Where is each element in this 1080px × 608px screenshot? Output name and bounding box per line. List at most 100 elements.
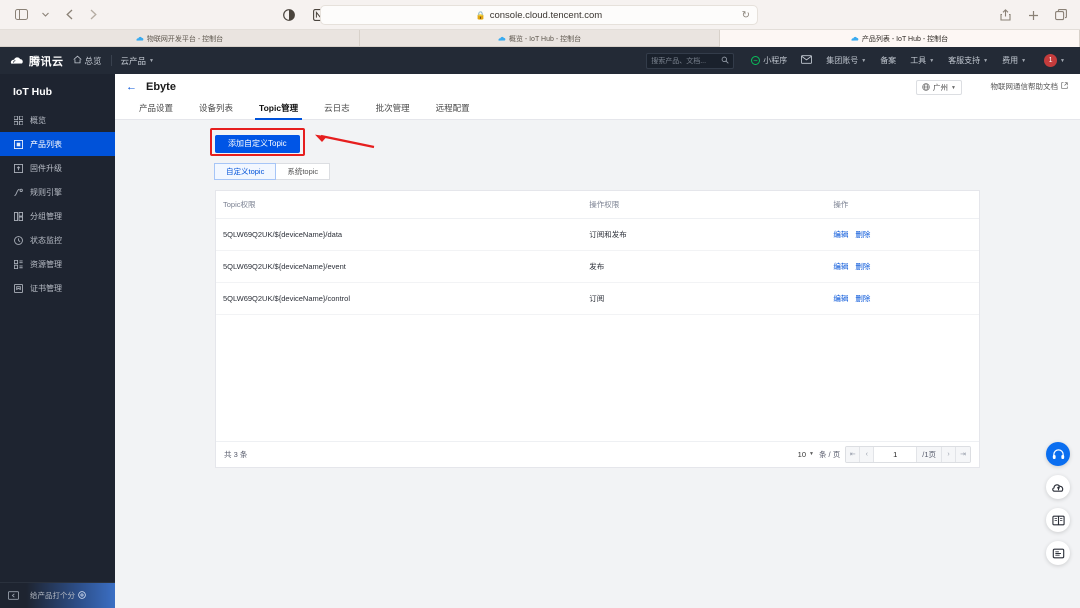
cell-permission: 订阅 (582, 282, 827, 315)
next-page-icon[interactable]: › (942, 446, 956, 462)
external-link-icon (1061, 82, 1068, 91)
tab-topic-manage-label: Topic管理 (259, 103, 299, 113)
sidebar-title: IoT Hub (13, 86, 53, 98)
browser-forward-button[interactable] (82, 4, 104, 26)
sidebar-item-status-monitor[interactable]: 状态监控 (0, 228, 115, 252)
sidebar-item-product-list[interactable]: 产品列表 (0, 132, 115, 156)
sidebar-item-product-list-label: 产品列表 (30, 139, 62, 149)
prev-page-icon[interactable]: ‹ (860, 446, 875, 462)
cell-actions: 编辑 删除 (826, 218, 979, 251)
subtab-system-topic[interactable]: 系统topic (275, 162, 331, 180)
browser-url-bar[interactable]: 🔒 console.cloud.tencent.com ↻ (320, 5, 758, 25)
brand-name: 腾讯云 (29, 55, 64, 68)
content-body: 添加自定义Topic 自定义topic 系统topic Topic权限 操作权限… (115, 120, 1080, 468)
region-selector[interactable]: 广州 ▼ (916, 80, 962, 95)
global-search-input[interactable]: 搜索产品、文档... (646, 52, 735, 69)
help-doc-link[interactable]: 物联网通信帮助文档 (991, 81, 1069, 92)
rate-product-button[interactable]: 给产品打个分 (26, 582, 115, 608)
browser-tab-2[interactable]: 概览 - IoT Hub - 控制台 (360, 30, 720, 47)
annotation-arrow-icon (313, 131, 375, 156)
delete-link[interactable]: 删除 (855, 294, 870, 303)
tab-topic-manage[interactable]: Topic管理 (246, 102, 311, 120)
headset-support-icon[interactable] (1046, 442, 1070, 466)
page-size-select[interactable]: 10 ▼ (798, 450, 814, 459)
top-nav-right: 搜索产品、文档... 小程序 集团账号 ▼ 备案 工具 ▼ 客服支持 ▼ 费用 … (646, 52, 1080, 69)
reload-icon[interactable]: ↻ (742, 10, 750, 21)
tencent-cloud-brand[interactable]: 腾讯云 (0, 53, 64, 69)
chevron-down-icon: ▼ (861, 57, 867, 64)
sidebar-dropdown-icon[interactable] (34, 4, 56, 26)
add-topic-area: 添加自定义Topic (210, 128, 1080, 156)
tab-batch-manage[interactable]: 批次管理 (363, 102, 423, 119)
grid-icon (13, 115, 23, 125)
back-arrow-icon[interactable]: ← (126, 81, 137, 93)
home-icon (72, 55, 82, 66)
list-menu-icon[interactable] (1046, 541, 1070, 565)
help-doc-label: 物联网通信帮助文档 (990, 82, 1059, 91)
nav-cloud-products[interactable]: 云产品 ▼ (112, 55, 163, 67)
cell-topic: 5QLW69Q2UK/${deviceName}/data (216, 218, 583, 251)
edit-link[interactable]: 编辑 (833, 294, 848, 303)
edit-link[interactable]: 编辑 (833, 230, 848, 239)
user-account-menu[interactable]: 1 ▼ (1033, 54, 1072, 67)
collapse-sidebar-icon[interactable] (0, 591, 26, 600)
search-icon[interactable] (721, 56, 729, 66)
browser-tab-3[interactable]: 产品列表 - IoT Hub - 控制台 (720, 30, 1080, 47)
browser-tab-1[interactable]: 物联网开发平台 - 控制台 (0, 30, 360, 47)
floating-action-rail (1046, 442, 1070, 565)
current-page-input[interactable]: 1 (874, 446, 917, 462)
sidebar-item-certificate[interactable]: 证书管理 (0, 276, 115, 300)
book-docs-icon[interactable] (1046, 508, 1070, 532)
sidebar-item-resource-manage[interactable]: 资源管理 (0, 252, 115, 276)
subtab-custom-topic[interactable]: 自定义topic (214, 162, 277, 180)
table-row: 5QLW69Q2UK/${deviceName}/control 订阅 编辑 删除 (216, 282, 979, 315)
tab-device-list[interactable]: 设备列表 (186, 102, 246, 119)
page-title: Ebyte (146, 81, 176, 93)
tab-overview-icon[interactable] (1050, 4, 1072, 26)
browser-back-button[interactable] (58, 4, 80, 26)
sidebar-item-certificate-label: 证书管理 (30, 283, 62, 293)
last-page-icon[interactable]: ⇥ (956, 446, 970, 462)
nav-tools[interactable]: 工具 ▼ (903, 55, 941, 66)
wechat-miniprogram-icon (751, 56, 761, 65)
delete-link[interactable]: 删除 (855, 230, 870, 239)
browser-tab-strip: 物联网开发平台 - 控制台 概览 - IoT Hub - 控制台 产品列表 - … (0, 30, 1080, 47)
sidebar-item-firmware-upgrade[interactable]: 固件升级 (0, 156, 115, 180)
status-monitor-icon (13, 235, 23, 245)
main-content: ← Ebyte 广州 ▼ 物联网通信帮助文档 产品设置 设备列表 Topic管理… (115, 74, 1080, 608)
browser-chrome: 🔒 console.cloud.tencent.com ↻ (0, 0, 1080, 30)
sidebar-toggle-icon[interactable] (10, 4, 32, 26)
sidebar-item-overview[interactable]: 概览 (0, 108, 115, 132)
share-icon[interactable] (994, 4, 1016, 26)
cloud-upload-icon[interactable] (1046, 475, 1070, 499)
first-page-icon[interactable]: ⇤ (846, 446, 861, 462)
nav-overview[interactable]: 总览 (64, 55, 111, 67)
sidebar-item-resource-manage-label: 资源管理 (30, 259, 62, 269)
browser-right-controls (994, 4, 1072, 26)
tencent-cloud-logo-icon (10, 53, 25, 68)
nav-billing[interactable]: 费用 ▼ (995, 55, 1033, 66)
chevron-down-icon: ▼ (1060, 57, 1065, 64)
nav-tools-label: 工具 (910, 56, 927, 65)
tab-product-settings[interactable]: 产品设置 (126, 102, 186, 119)
add-custom-topic-button[interactable]: 添加自定义Topic (215, 134, 300, 153)
rule-engine-icon (13, 187, 23, 197)
delete-link[interactable]: 删除 (855, 262, 870, 271)
nav-mail[interactable] (794, 55, 819, 66)
chevron-down-icon: ▼ (809, 451, 814, 457)
reader-mode-icon[interactable] (278, 4, 300, 26)
sidebar-item-group-manage[interactable]: 分组管理 (0, 204, 115, 228)
mail-icon (801, 55, 813, 66)
edit-link[interactable]: 编辑 (833, 262, 848, 271)
nav-beian[interactable]: 备案 (873, 55, 903, 66)
total-pages-label: /1页 (916, 446, 942, 462)
tab-remote-config[interactable]: 远程配置 (423, 102, 483, 119)
sidebar-item-rule-engine[interactable]: 规则引擎 (0, 180, 115, 204)
chevron-down-icon: ▼ (951, 84, 956, 91)
nav-support[interactable]: 客服支持 ▼ (941, 55, 995, 66)
new-tab-icon[interactable] (1022, 4, 1044, 26)
nav-miniprogram[interactable]: 小程序 (744, 55, 794, 66)
topic-table: Topic权限 操作权限 操作 5QLW69Q2UK/${deviceName}… (216, 190, 979, 315)
nav-group-account[interactable]: 集团账号 ▼ (819, 55, 873, 66)
tab-cloud-log[interactable]: 云日志 (311, 102, 363, 119)
